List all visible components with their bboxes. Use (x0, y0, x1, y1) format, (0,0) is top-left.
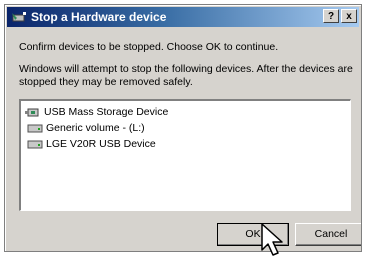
cancel-button[interactable]: Cancel (295, 223, 361, 246)
device-list-item[interactable]: LGE V20R USB Device (25, 136, 346, 152)
help-button[interactable]: ? (323, 9, 339, 23)
usb-device-icon (25, 106, 41, 118)
title-bar[interactable]: Stop a Hardware device ? x (7, 7, 359, 27)
device-label: USB Mass Storage Device (44, 106, 169, 118)
stop-hardware-dialog: Stop a Hardware device ? x Confirm devic… (4, 4, 362, 252)
close-button[interactable]: x (341, 9, 357, 23)
drive-icon (27, 122, 43, 134)
device-label: Generic volume - (L:) (46, 122, 145, 134)
device-label: LGE V20R USB Device (46, 138, 156, 150)
confirm-text: Confirm devices to be stopped. Choose OK… (19, 41, 279, 53)
device-list-item[interactable]: USB Mass Storage Device (25, 104, 346, 120)
mouse-pointer-icon (260, 222, 288, 258)
window-title: Stop a Hardware device (31, 10, 167, 24)
device-list-item[interactable]: Generic volume - (L:) (25, 120, 346, 136)
info-text: Windows will attempt to stop the followi… (19, 63, 353, 88)
device-list[interactable]: USB Mass Storage Device Generic volume -… (19, 99, 351, 211)
drive-icon (27, 138, 43, 150)
hardware-device-icon (11, 9, 27, 25)
